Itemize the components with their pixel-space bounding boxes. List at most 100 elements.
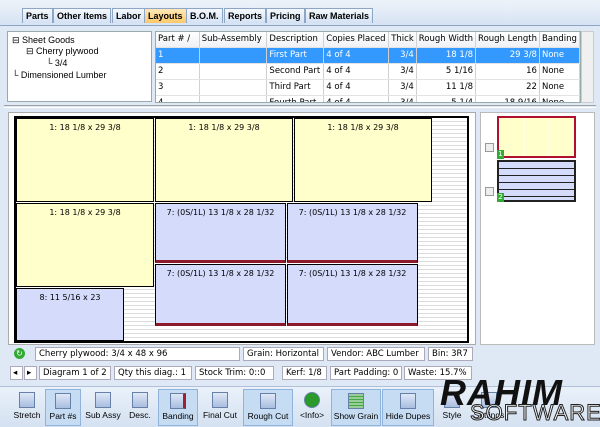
part-numbers-button[interactable]: Part #s	[45, 389, 81, 426]
stretch-button[interactable]: Stretch	[10, 389, 44, 426]
description-icon	[132, 392, 148, 408]
table-cell: 22	[475, 79, 540, 96]
rough-cut-button[interactable]: Rough Cut	[243, 389, 293, 426]
table-cell: None	[539, 79, 580, 96]
parts-grid: Part # / Sub-Assembly Description Copies…	[155, 31, 581, 103]
table-cell: First Part	[266, 47, 325, 64]
table-cell: 18 9/16	[475, 95, 540, 102]
part-piece[interactable]: 7: (0S/1L) 13 1/8 x 28 1/32	[155, 203, 286, 263]
info-button[interactable]: <Info>	[296, 389, 328, 426]
table-cell: None	[539, 63, 580, 80]
thumb-number: 2	[497, 193, 504, 202]
sheet-layout: 1: 18 1/8 x 29 3/8 1: 18 1/8 x 29 3/8 1:…	[14, 116, 469, 343]
refresh-icon[interactable]: ↻	[14, 348, 25, 359]
next-diagram-button[interactable]: ▸	[24, 366, 37, 380]
thumb-number: 1	[497, 150, 504, 159]
table-cell: 5 1/16	[416, 63, 477, 80]
status-diagram: Diagram 1 of 2	[39, 366, 111, 380]
status-stock-trim: Stock Trim: 0::0	[195, 366, 274, 380]
col-thick[interactable]: Thick	[388, 32, 417, 48]
thumb-checkbox[interactable]	[485, 187, 494, 196]
grain-icon	[348, 393, 364, 409]
final-cut-icon	[212, 392, 228, 408]
tab-parts[interactable]: Parts	[22, 8, 53, 23]
part-piece[interactable]: 1: 18 1/8 x 29 3/8	[16, 118, 154, 202]
table-cell: 3/4	[388, 95, 417, 102]
status-grain: Grain: Horizontal	[243, 347, 324, 361]
table-cell: 18 1/8	[416, 47, 477, 64]
part-piece[interactable]: 1: 18 1/8 x 29 3/8	[16, 203, 154, 287]
table-cell	[199, 47, 268, 64]
status-part-padding: Part Padding: 0	[330, 366, 402, 380]
tree-node-dimensioned-lumber[interactable]: └ Dimensioned Lumber	[12, 70, 106, 80]
watermark-logo-sub: SOFTWARES	[470, 400, 600, 426]
col-rough-length[interactable]: Rough Length	[475, 32, 540, 48]
part-piece[interactable]: 8: 11 5/16 x 23	[16, 288, 124, 341]
tab-layouts[interactable]: Layouts	[144, 8, 187, 23]
part-piece[interactable]: 1: 18 1/8 x 29 3/8	[155, 118, 293, 202]
material-tree: ⊟ Sheet Goods ⊟ Cherry plywood └ 3/4 └ D…	[7, 31, 152, 102]
table-cell: 3/4	[388, 47, 417, 64]
table-cell: 5 1/4	[416, 95, 477, 102]
col-part-num[interactable]: Part # /	[156, 32, 200, 48]
sub-assy-button[interactable]: Sub Assy	[83, 389, 123, 426]
hide-dupes-icon	[400, 393, 416, 409]
rough-cut-icon	[260, 393, 276, 409]
show-grain-button[interactable]: Show Grain	[331, 389, 381, 426]
tree-node-cherry-plywood[interactable]: ⊟ Cherry plywood	[26, 46, 99, 57]
status-material: Cherry plywood: 3/4 x 48 x 96	[35, 347, 240, 361]
table-row[interactable]: 4 Fourth Part 4 of 4 3/4 5 1/4 18 9/16 None	[156, 95, 580, 102]
info-icon	[304, 392, 320, 408]
table-cell: Second Part	[266, 63, 325, 80]
table-cell: 4 of 4	[323, 47, 390, 64]
part-piece[interactable]: 7: (0S/1L) 13 1/8 x 28 1/32	[287, 203, 418, 263]
banding-button[interactable]: Banding	[158, 389, 198, 426]
col-sub-assembly[interactable]: Sub-Assembly	[199, 32, 268, 48]
status-kerf: Kerf: 1/8	[282, 366, 327, 380]
tree-node-thickness[interactable]: └ 3/4	[46, 58, 67, 68]
table-cell: None	[539, 47, 580, 64]
thumb-checkbox[interactable]	[485, 143, 494, 152]
part-piece[interactable]: 7: (0S/1L) 13 1/8 x 28 1/32	[287, 264, 418, 326]
tab-labor[interactable]: Labor	[112, 8, 146, 23]
part-piece[interactable]: 7: (0S/1L) 13 1/8 x 28 1/32	[155, 264, 286, 326]
table-row[interactable]: 3 Third Part 4 of 4 3/4 11 1/8 22 None	[156, 79, 580, 96]
col-banding[interactable]: Banding	[539, 32, 580, 48]
tab-other-items[interactable]: Other Items	[53, 8, 112, 23]
diagram-thumbnail-1[interactable]	[497, 116, 576, 158]
table-cell: 2	[156, 63, 200, 80]
table-row[interactable]: 1 First Part 4 of 4 3/4 18 1/8 29 3/8 None	[156, 47, 580, 64]
table-cell: 3/4	[388, 79, 417, 96]
stretch-icon	[19, 392, 35, 408]
grid-scrollbar[interactable]	[581, 31, 594, 103]
tree-label: Dimensioned Lumber	[20, 70, 107, 80]
col-copies-placed[interactable]: Copies Placed	[323, 32, 390, 48]
col-description[interactable]: Description	[266, 32, 325, 48]
tab-reports[interactable]: Reports	[224, 8, 267, 23]
table-cell: 1	[156, 47, 200, 64]
sub-assy-icon	[95, 392, 111, 408]
tab-bar: Parts Other Items Labor Layouts B.O.M. R…	[0, 0, 600, 26]
table-cell	[199, 95, 268, 102]
table-cell: 3	[156, 79, 200, 96]
tab-raw-materials[interactable]: Raw Materials	[305, 8, 374, 23]
part-numbers-icon	[55, 393, 71, 409]
table-row[interactable]: 2 Second Part 4 of 4 3/4 5 1/16 16 None	[156, 63, 580, 80]
table-cell: 4	[156, 95, 200, 102]
diagram-thumbnail-2[interactable]	[497, 160, 576, 202]
banding-icon	[170, 393, 186, 409]
tree-label: Cherry plywood	[36, 46, 99, 56]
desc-button[interactable]: Desc.	[125, 389, 155, 426]
tab-pricing[interactable]: Pricing	[266, 8, 305, 23]
prev-diagram-button[interactable]: ◂	[10, 366, 23, 380]
table-cell: Fourth Part	[266, 95, 325, 102]
final-cut-button[interactable]: Final Cut	[200, 389, 240, 426]
table-cell: 4 of 4	[323, 63, 390, 80]
tree-node-sheet-goods[interactable]: ⊟ Sheet Goods	[12, 35, 75, 46]
part-piece[interactable]: 1: 18 1/8 x 29 3/8	[294, 118, 432, 202]
tab-bom[interactable]: B.O.M.	[186, 8, 223, 23]
splitter[interactable]	[4, 105, 596, 108]
table-cell: 3/4	[388, 63, 417, 80]
hide-dupes-button[interactable]: Hide Dupes	[382, 389, 434, 426]
col-rough-width[interactable]: Rough Width	[416, 32, 477, 48]
